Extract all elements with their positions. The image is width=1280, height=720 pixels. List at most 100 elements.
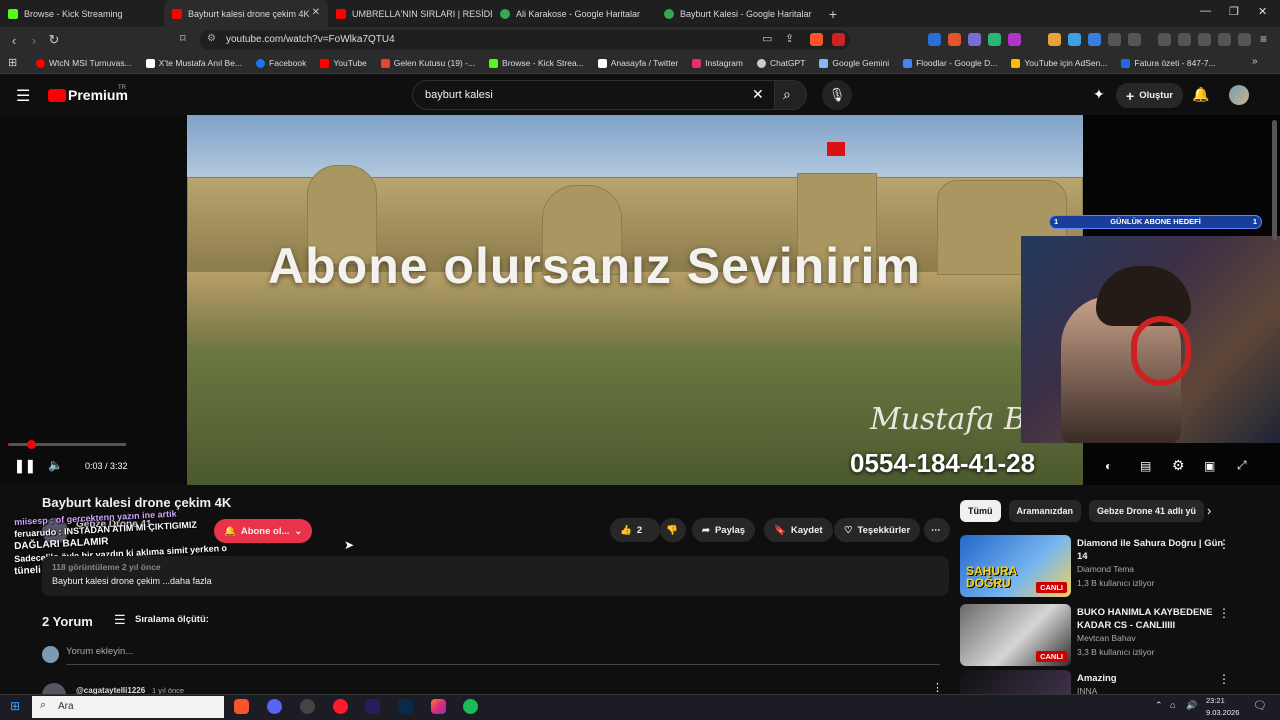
tray-chevron-icon[interactable]: ⌃ [1155,700,1163,711]
bookmark-item[interactable]: Instagram [686,58,749,68]
clear-search-icon[interactable]: ✕ [752,86,764,103]
premiere-pro-icon[interactable] [365,699,380,714]
description-box[interactable]: 118 görüntüleme 2 yıl önce Bayburt kales… [42,556,949,596]
save-button[interactable]: 🔖 Kaydet [764,518,833,542]
extension-icon[interactable] [928,33,941,46]
taskbar-date[interactable]: 9.03.2026 [1206,708,1239,717]
restore-icon[interactable]: ❐ [1229,5,1239,18]
bookmark-item[interactable]: YouTube için AdSen... [1005,58,1113,68]
bookmark-item[interactable]: YouTube [314,58,372,68]
browser-tab[interactable]: UMBRELLA'NIN SIRLARI | RESİDENT [328,0,492,27]
like-button[interactable]: 👍 2 [610,518,660,542]
extension-icon[interactable] [988,33,1001,46]
search-button[interactable]: ⌕ [775,80,807,110]
dislike-button[interactable]: 👎 [660,518,686,542]
bookmark-item[interactable]: Floodlar - Google D... [897,58,1003,68]
recommended-video[interactable]: SAHURA DOĞRU CANLI Diamond ile Sahura Do… [960,535,1260,599]
brave-rewards-icon[interactable] [832,33,845,46]
media-icon[interactable] [1158,33,1171,46]
bookmark-item[interactable]: Anasayfa / Twitter [592,58,684,68]
youtube-logo-icon[interactable] [48,89,66,102]
sort-icon[interactable]: ☰ [114,612,126,628]
create-button[interactable]: + Oluştur [1116,83,1183,108]
back-icon[interactable]: ‹ [4,33,24,48]
wallet-icon[interactable] [1198,33,1211,46]
subtitles-icon[interactable]: ▤ [1140,459,1151,473]
puzzle-icon[interactable] [1108,33,1121,46]
browser-tab[interactable]: Ali Karakose - Google Haritalar [492,0,656,27]
autoplay-toggle-icon[interactable]: ◐ [1105,459,1112,473]
leo-icon[interactable] [1218,33,1231,46]
chip-from-search[interactable]: Aramanızdan [1008,500,1082,522]
bookmark-item[interactable]: ChatGPT [751,58,811,68]
site-info-icon[interactable]: ⚙ [207,33,216,44]
photoshop-icon[interactable] [398,699,413,714]
new-tab-button[interactable]: + [820,6,846,22]
brave-shield-icon[interactable] [810,33,823,46]
bookmark-item[interactable]: Facebook [250,58,312,68]
bookmark-item[interactable]: Fatura özeti - 847-7... [1115,58,1221,68]
miniplayer-icon[interactable]: ▣ [1204,459,1215,473]
recommended-video[interactable]: CANLI BUKO HANIMLA KAYBEDENE KADAR CS - … [960,604,1260,668]
discord-icon[interactable] [267,699,282,714]
notifications-icon[interactable]: 🗨 [1253,699,1267,712]
voice-search-button[interactable]: 🎙 [822,80,852,110]
pause-icon[interactable]: ❚❚ [14,458,36,474]
extension-icon[interactable] [968,33,981,46]
scrubber-handle[interactable] [27,440,36,449]
bookmark-item[interactable]: Browse - Kick Strea... [483,58,590,68]
browser-tab[interactable]: Bayburt Kalesi - Google Haritalar [656,0,820,27]
comment-more-icon[interactable]: ⋮ [932,681,943,694]
extension-icon[interactable] [1008,33,1021,46]
close-tab-icon[interactable]: ✕ [312,7,320,18]
more-vertical-icon[interactable]: ⋮ [1218,537,1230,551]
network-icon[interactable]: ⌂ [1170,700,1175,710]
extension-icon[interactable] [1088,33,1101,46]
recommended-video[interactable]: Amazing INNA ⋮ [960,670,1260,694]
more-vertical-icon[interactable]: ⋮ [1218,672,1230,686]
hamburger-menu-icon[interactable]: ☰ [16,86,30,106]
sidebar-icon[interactable] [1128,33,1141,46]
search-input[interactable]: bayburt kalesi [412,80,775,110]
reload-icon[interactable]: ↻ [44,32,64,48]
thanks-button[interactable]: ♡ Teşekkürler [834,518,921,542]
bookmark-item[interactable]: Google Gemini [813,58,895,68]
share-page-icon[interactable]: ⇪ [785,32,794,45]
windows-start-icon[interactable]: ⊞ [10,699,20,713]
obs-icon[interactable] [300,699,315,714]
screen-icon[interactable]: ▭ [762,32,772,45]
more-vertical-icon[interactable]: ⋮ [1218,606,1230,620]
extension-icon[interactable] [1048,33,1061,46]
url-field[interactable]: youtube.com/watch?v=FoWlka7QTU4 [200,30,850,50]
share-button[interactable]: ➦ Paylaş [692,518,756,542]
browser-tab-active[interactable]: Bayburt kalesi drone çekim 4K ✕ [164,0,328,27]
taskbar-search-input[interactable]: Ara [32,696,224,718]
chat-icon[interactable]: ✦ [1093,86,1105,103]
bookmark-item[interactable]: Gelen Kutusu (19) -... [375,58,481,68]
brave-browser-icon[interactable] [234,699,249,714]
forward-icon[interactable]: › [24,33,44,48]
reader-icon[interactable] [1178,33,1191,46]
extension-icon[interactable] [948,33,961,46]
browser-tab[interactable]: Browse - Kick Streaming [0,0,164,27]
bookmark-item[interactable]: X'te Mustafa Anıl Be... [140,58,248,68]
instagram-app-icon[interactable] [431,699,446,714]
more-bookmarks-icon[interactable]: » [1252,56,1258,67]
minimize-icon[interactable]: — [1200,5,1211,17]
speaker-icon[interactable]: 🔊 [1186,700,1197,711]
apps-grid-icon[interactable]: ⊞ [8,56,17,69]
chip-channel[interactable]: Gebze Drone 41 adlı yü [1089,500,1205,522]
fullscreen-icon[interactable]: ⤢ [1237,458,1247,473]
bookmark-icon[interactable]: ⌑ [180,32,186,45]
sort-by-button[interactable]: Sıralama ölçütü: [135,614,209,625]
opera-icon[interactable] [333,699,348,714]
settings-gear-icon[interactable]: ⚙ [1172,457,1185,474]
bookmark-item[interactable]: WtcN MSI Turnuvas... [30,58,138,68]
extension-icon[interactable] [1068,33,1081,46]
avatar[interactable] [1229,85,1249,105]
menu-icon[interactable]: ≡ [1260,32,1267,46]
taskbar-clock[interactable]: 23:21 [1206,696,1225,705]
more-actions-button[interactable]: ⋯ [924,518,950,542]
chips-next-icon[interactable]: › [1207,503,1211,518]
volume-icon[interactable]: 🔈 [48,458,63,472]
